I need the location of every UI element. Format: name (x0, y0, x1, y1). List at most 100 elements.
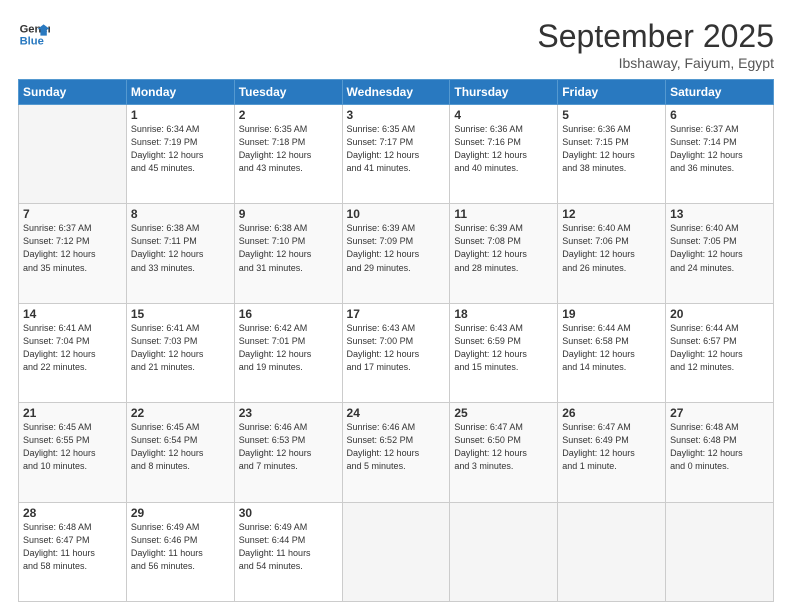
day-cell: 2Sunrise: 6:35 AM Sunset: 7:18 PM Daylig… (234, 105, 342, 204)
weekday-header-sunday: Sunday (19, 80, 127, 105)
header: General Blue September 2025 Ibshaway, Fa… (18, 18, 774, 71)
day-cell: 22Sunrise: 6:45 AM Sunset: 6:54 PM Dayli… (126, 403, 234, 502)
day-number: 6 (670, 108, 769, 122)
weekday-header-thursday: Thursday (450, 80, 558, 105)
day-info: Sunrise: 6:44 AM Sunset: 6:58 PM Dayligh… (562, 322, 661, 374)
day-info: Sunrise: 6:43 AM Sunset: 7:00 PM Dayligh… (347, 322, 446, 374)
day-info: Sunrise: 6:49 AM Sunset: 6:46 PM Dayligh… (131, 521, 230, 573)
day-info: Sunrise: 6:35 AM Sunset: 7:17 PM Dayligh… (347, 123, 446, 175)
day-number: 17 (347, 307, 446, 321)
day-cell: 23Sunrise: 6:46 AM Sunset: 6:53 PM Dayli… (234, 403, 342, 502)
day-cell: 5Sunrise: 6:36 AM Sunset: 7:15 PM Daylig… (558, 105, 666, 204)
logo-icon: General Blue (18, 18, 50, 50)
day-number: 14 (23, 307, 122, 321)
day-cell (342, 502, 450, 601)
weekday-header-row: SundayMondayTuesdayWednesdayThursdayFrid… (19, 80, 774, 105)
day-info: Sunrise: 6:46 AM Sunset: 6:52 PM Dayligh… (347, 421, 446, 473)
day-cell: 14Sunrise: 6:41 AM Sunset: 7:04 PM Dayli… (19, 303, 127, 402)
day-info: Sunrise: 6:36 AM Sunset: 7:15 PM Dayligh… (562, 123, 661, 175)
calendar-table: SundayMondayTuesdayWednesdayThursdayFrid… (18, 79, 774, 602)
day-info: Sunrise: 6:41 AM Sunset: 7:03 PM Dayligh… (131, 322, 230, 374)
day-cell (666, 502, 774, 601)
page: General Blue September 2025 Ibshaway, Fa… (0, 0, 792, 612)
day-info: Sunrise: 6:41 AM Sunset: 7:04 PM Dayligh… (23, 322, 122, 374)
day-info: Sunrise: 6:39 AM Sunset: 7:09 PM Dayligh… (347, 222, 446, 274)
day-info: Sunrise: 6:47 AM Sunset: 6:50 PM Dayligh… (454, 421, 553, 473)
day-number: 16 (239, 307, 338, 321)
day-number: 8 (131, 207, 230, 221)
day-info: Sunrise: 6:45 AM Sunset: 6:55 PM Dayligh… (23, 421, 122, 473)
day-number: 22 (131, 406, 230, 420)
day-cell: 18Sunrise: 6:43 AM Sunset: 6:59 PM Dayli… (450, 303, 558, 402)
day-cell: 6Sunrise: 6:37 AM Sunset: 7:14 PM Daylig… (666, 105, 774, 204)
day-number: 15 (131, 307, 230, 321)
day-cell: 10Sunrise: 6:39 AM Sunset: 7:09 PM Dayli… (342, 204, 450, 303)
day-info: Sunrise: 6:49 AM Sunset: 6:44 PM Dayligh… (239, 521, 338, 573)
day-number: 20 (670, 307, 769, 321)
day-cell: 30Sunrise: 6:49 AM Sunset: 6:44 PM Dayli… (234, 502, 342, 601)
day-info: Sunrise: 6:34 AM Sunset: 7:19 PM Dayligh… (131, 123, 230, 175)
day-cell: 29Sunrise: 6:49 AM Sunset: 6:46 PM Dayli… (126, 502, 234, 601)
day-number: 30 (239, 506, 338, 520)
day-cell: 12Sunrise: 6:40 AM Sunset: 7:06 PM Dayli… (558, 204, 666, 303)
weekday-header-wednesday: Wednesday (342, 80, 450, 105)
day-cell: 17Sunrise: 6:43 AM Sunset: 7:00 PM Dayli… (342, 303, 450, 402)
weekday-header-monday: Monday (126, 80, 234, 105)
month-title: September 2025 (537, 18, 774, 55)
day-number: 23 (239, 406, 338, 420)
title-block: September 2025 Ibshaway, Faiyum, Egypt (537, 18, 774, 71)
day-info: Sunrise: 6:47 AM Sunset: 6:49 PM Dayligh… (562, 421, 661, 473)
day-cell: 28Sunrise: 6:48 AM Sunset: 6:47 PM Dayli… (19, 502, 127, 601)
day-number: 5 (562, 108, 661, 122)
day-number: 28 (23, 506, 122, 520)
day-info: Sunrise: 6:38 AM Sunset: 7:11 PM Dayligh… (131, 222, 230, 274)
day-info: Sunrise: 6:44 AM Sunset: 6:57 PM Dayligh… (670, 322, 769, 374)
day-number: 9 (239, 207, 338, 221)
weekday-header-friday: Friday (558, 80, 666, 105)
day-cell: 11Sunrise: 6:39 AM Sunset: 7:08 PM Dayli… (450, 204, 558, 303)
week-row-3: 14Sunrise: 6:41 AM Sunset: 7:04 PM Dayli… (19, 303, 774, 402)
day-number: 13 (670, 207, 769, 221)
day-number: 3 (347, 108, 446, 122)
day-number: 26 (562, 406, 661, 420)
day-number: 12 (562, 207, 661, 221)
svg-text:Blue: Blue (20, 35, 44, 47)
day-number: 18 (454, 307, 553, 321)
day-info: Sunrise: 6:42 AM Sunset: 7:01 PM Dayligh… (239, 322, 338, 374)
day-cell: 16Sunrise: 6:42 AM Sunset: 7:01 PM Dayli… (234, 303, 342, 402)
day-info: Sunrise: 6:48 AM Sunset: 6:47 PM Dayligh… (23, 521, 122, 573)
week-row-1: 1Sunrise: 6:34 AM Sunset: 7:19 PM Daylig… (19, 105, 774, 204)
day-info: Sunrise: 6:37 AM Sunset: 7:12 PM Dayligh… (23, 222, 122, 274)
logo: General Blue (18, 18, 50, 50)
weekday-header-saturday: Saturday (666, 80, 774, 105)
day-cell: 19Sunrise: 6:44 AM Sunset: 6:58 PM Dayli… (558, 303, 666, 402)
day-info: Sunrise: 6:45 AM Sunset: 6:54 PM Dayligh… (131, 421, 230, 473)
week-row-2: 7Sunrise: 6:37 AM Sunset: 7:12 PM Daylig… (19, 204, 774, 303)
day-number: 21 (23, 406, 122, 420)
day-cell: 24Sunrise: 6:46 AM Sunset: 6:52 PM Dayli… (342, 403, 450, 502)
day-info: Sunrise: 6:35 AM Sunset: 7:18 PM Dayligh… (239, 123, 338, 175)
day-info: Sunrise: 6:39 AM Sunset: 7:08 PM Dayligh… (454, 222, 553, 274)
day-number: 11 (454, 207, 553, 221)
day-cell (558, 502, 666, 601)
day-info: Sunrise: 6:36 AM Sunset: 7:16 PM Dayligh… (454, 123, 553, 175)
day-info: Sunrise: 6:46 AM Sunset: 6:53 PM Dayligh… (239, 421, 338, 473)
day-number: 7 (23, 207, 122, 221)
day-number: 19 (562, 307, 661, 321)
day-cell: 7Sunrise: 6:37 AM Sunset: 7:12 PM Daylig… (19, 204, 127, 303)
day-info: Sunrise: 6:48 AM Sunset: 6:48 PM Dayligh… (670, 421, 769, 473)
day-number: 29 (131, 506, 230, 520)
day-number: 4 (454, 108, 553, 122)
day-info: Sunrise: 6:43 AM Sunset: 6:59 PM Dayligh… (454, 322, 553, 374)
week-row-5: 28Sunrise: 6:48 AM Sunset: 6:47 PM Dayli… (19, 502, 774, 601)
day-cell: 9Sunrise: 6:38 AM Sunset: 7:10 PM Daylig… (234, 204, 342, 303)
day-cell (450, 502, 558, 601)
day-info: Sunrise: 6:40 AM Sunset: 7:06 PM Dayligh… (562, 222, 661, 274)
location: Ibshaway, Faiyum, Egypt (537, 55, 774, 71)
day-number: 1 (131, 108, 230, 122)
day-cell: 4Sunrise: 6:36 AM Sunset: 7:16 PM Daylig… (450, 105, 558, 204)
day-cell: 1Sunrise: 6:34 AM Sunset: 7:19 PM Daylig… (126, 105, 234, 204)
weekday-header-tuesday: Tuesday (234, 80, 342, 105)
day-number: 24 (347, 406, 446, 420)
day-number: 10 (347, 207, 446, 221)
